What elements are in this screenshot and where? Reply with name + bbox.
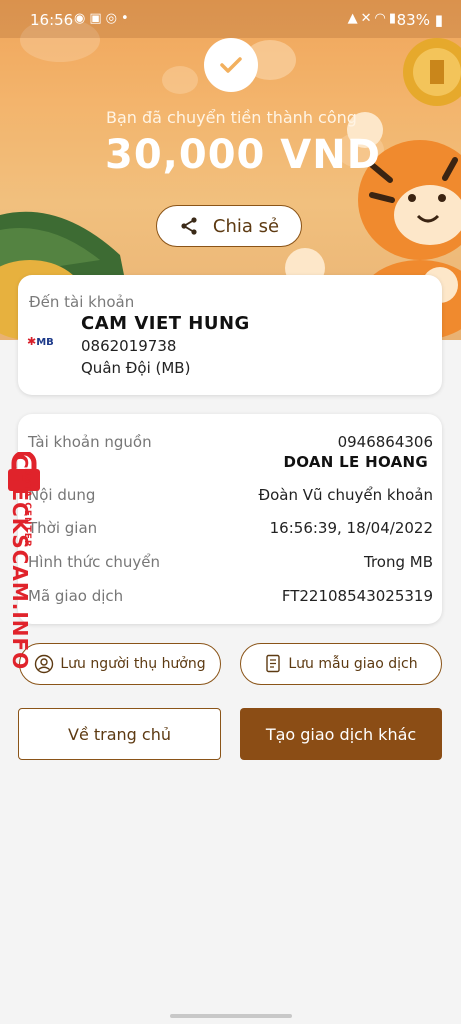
recipient-label: Đến tài khoản [29, 293, 135, 311]
incognito-icon: ◎ [105, 11, 121, 26]
watermark: CHECKSCAM.INFO DATA CENTER [0, 452, 48, 682]
source-label: Tài khoản nguồn [28, 433, 152, 451]
success-check-icon [204, 38, 258, 92]
wifi-icon: ◠ [374, 11, 389, 26]
new-transaction-button[interactable]: Tạo giao dịch khác [240, 708, 442, 760]
source-account: 0946864306 [337, 433, 433, 451]
time-value: 16:56:39, 18/04/2022 [269, 519, 433, 537]
save-beneficiary-label: Lưu người thụ hưởng [60, 656, 206, 672]
share-button[interactable]: Chia sẻ [156, 205, 302, 247]
document-icon [266, 654, 281, 673]
save-template-label: Lưu mẫu giao dịch [288, 656, 418, 672]
messenger-icon: ◉ [74, 11, 90, 26]
success-message: Bạn đã chuyển tiền thành công [106, 108, 357, 127]
gallery-icon: ▣ [89, 11, 106, 26]
share-label: Chia sẻ [212, 215, 280, 237]
system-icons: ▲✕◠▮ [348, 11, 399, 26]
share-icon [181, 217, 197, 235]
home-button[interactable]: Về trang chủ [18, 708, 221, 760]
content-value: Đoàn Vũ chuyển khoản [258, 486, 433, 504]
transaction-details-card: Tài khoản nguồn 0946864306 DOAN LE HOANG… [18, 414, 442, 624]
recipient-bank: Quân Đội (MB) [81, 359, 191, 377]
gesture-bar[interactable] [170, 1014, 292, 1018]
lock-icon: ▲ [347, 11, 361, 26]
status-bar: 16:56 ◉▣◎• ▲✕◠▮ 83% ▮ [0, 0, 461, 38]
dot-icon: • [120, 11, 133, 26]
mb-bank-logo: ✱MB [27, 335, 54, 348]
battery-icon: ▮ [434, 11, 443, 29]
recipient-account: 0862019738 [81, 337, 177, 355]
save-template-button[interactable]: Lưu mẫu giao dịch [240, 643, 442, 685]
save-beneficiary-button[interactable]: Lưu người thụ hưởng [19, 643, 221, 685]
source-name: DOAN LE HOANG [283, 453, 428, 471]
battery-level: 83% ▮ [396, 11, 443, 29]
method-value: Trong MB [363, 553, 433, 571]
transaction-id-value: FT22108543025319 [281, 587, 433, 605]
mute-icon: ✕ [360, 11, 375, 26]
transfer-amount: 30,000 VND [105, 132, 381, 178]
recipient-card: Đến tài khoản ✱MB CAM VIET HUNG 08620197… [18, 275, 442, 395]
watermark-subtext: DATA CENTER [22, 468, 32, 548]
notification-icons: ◉▣◎• [74, 11, 133, 26]
status-time: 16:56 [30, 11, 74, 29]
recipient-name: CAM VIET HUNG [81, 313, 250, 334]
